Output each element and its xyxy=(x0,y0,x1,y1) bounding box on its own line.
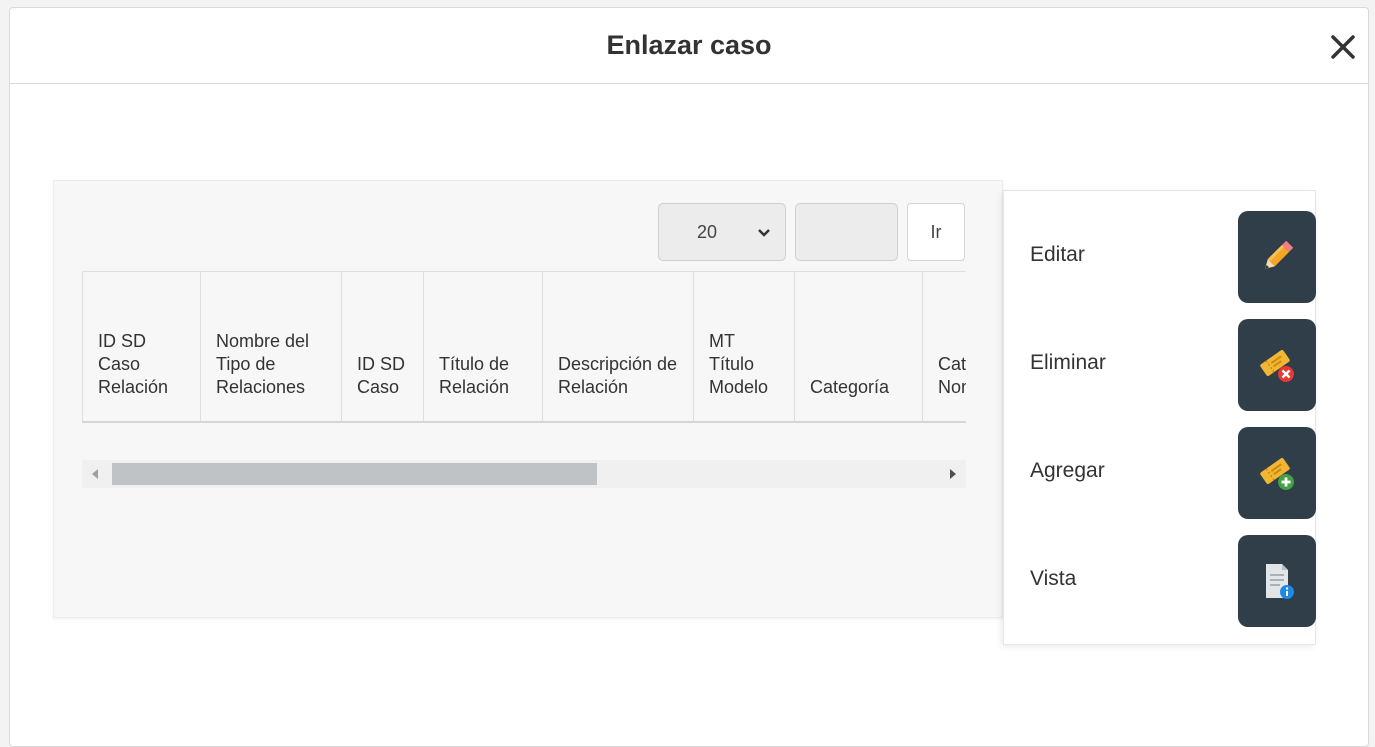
view-action[interactable]: Vista xyxy=(1004,535,1317,627)
add-action[interactable]: Agregar xyxy=(1004,427,1317,519)
scroll-left-arrow-icon[interactable] xyxy=(92,469,98,479)
delete-button[interactable] xyxy=(1238,319,1316,411)
scroll-right-arrow-icon[interactable] xyxy=(950,469,956,479)
page-size-value: 20 xyxy=(697,222,718,242)
table-container: ID SD Caso Relación Nombre del Tipo de R… xyxy=(82,271,966,425)
modal-title: Enlazar caso xyxy=(606,30,772,60)
ticket-add-icon xyxy=(1260,458,1294,490)
view-button[interactable] xyxy=(1238,535,1316,627)
column-header[interactable]: Categoría xyxy=(794,271,923,423)
column-header[interactable]: Título de Relación xyxy=(423,271,543,423)
view-label: Vista xyxy=(1030,567,1077,590)
column-header[interactable]: ID SD Caso Relación xyxy=(82,271,201,423)
page-number-input[interactable] xyxy=(795,203,898,261)
grid-panel: 20 Ir ID SD Caso Relación Nombre del Tip… xyxy=(53,180,1003,618)
column-header[interactable]: Descripción de Relación xyxy=(542,271,694,423)
add-button[interactable] xyxy=(1238,427,1316,519)
edit-label: Editar xyxy=(1030,243,1085,266)
close-button[interactable] xyxy=(1326,30,1360,64)
column-header[interactable]: ID SD Caso xyxy=(341,271,424,423)
edit-action[interactable]: Editar xyxy=(1004,211,1317,303)
add-label: Agregar xyxy=(1030,459,1105,482)
results-table: ID SD Caso Relación Nombre del Tipo de R… xyxy=(82,271,966,423)
pencil-icon xyxy=(1264,240,1294,270)
delete-action[interactable]: Eliminar xyxy=(1004,319,1317,411)
document-info-icon xyxy=(1266,564,1294,599)
ticket-delete-icon xyxy=(1260,350,1294,382)
scrollbar-thumb[interactable] xyxy=(112,463,597,485)
go-button[interactable]: Ir xyxy=(907,203,965,261)
delete-label: Eliminar xyxy=(1030,351,1106,374)
edit-button[interactable] xyxy=(1238,211,1316,303)
chevron-down-icon xyxy=(758,229,770,237)
actions-panel: Editar Eliminar Agregar Vista xyxy=(1003,190,1316,645)
column-header[interactable]: Nombre del Tipo de Relaciones xyxy=(200,271,342,423)
column-header[interactable]: Categoría Nombre xyxy=(922,271,966,423)
modal-header: Enlazar caso xyxy=(10,8,1368,84)
page-size-select[interactable]: 20 xyxy=(658,203,786,261)
horizontal-scrollbar[interactable] xyxy=(82,460,966,488)
close-icon xyxy=(1331,35,1355,59)
column-header[interactable]: MT Título Modelo xyxy=(693,271,795,423)
table-header-row: ID SD Caso Relación Nombre del Tipo de R… xyxy=(82,271,966,423)
